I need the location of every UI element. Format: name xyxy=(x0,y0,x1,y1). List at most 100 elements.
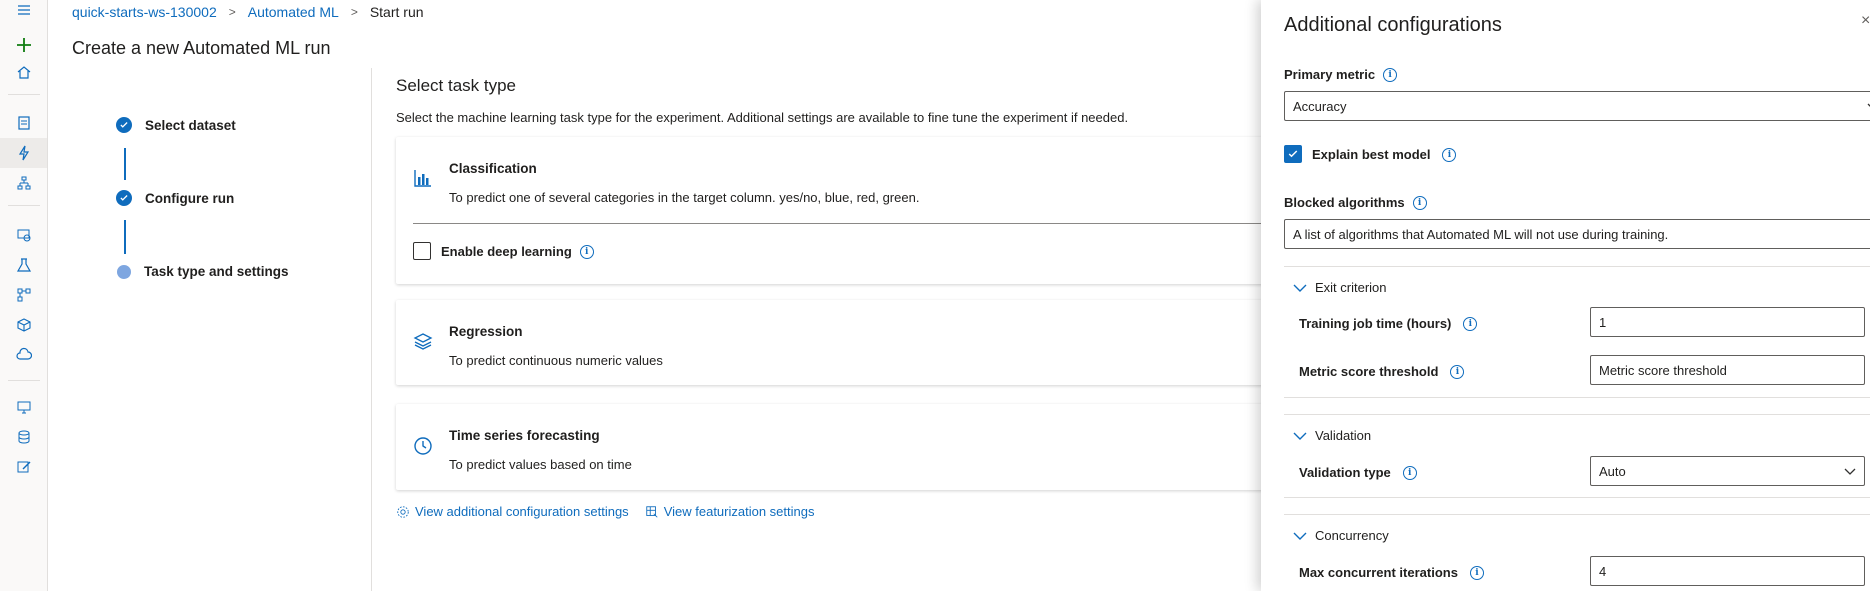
designer-icon[interactable] xyxy=(0,168,47,198)
experiments-flask-icon[interactable] xyxy=(0,250,47,280)
info-icon[interactable]: i xyxy=(1412,195,1427,210)
validation-section-toggle[interactable]: Validation xyxy=(1293,428,1371,443)
hamburger-menu-icon[interactable] xyxy=(0,0,47,25)
endpoints-cloud-icon[interactable] xyxy=(0,340,47,370)
chevron-down-icon xyxy=(1293,432,1307,440)
info-icon[interactable]: i xyxy=(1469,565,1484,580)
metric-threshold-label: Metric score threshold xyxy=(1299,364,1439,379)
section-divider xyxy=(1284,397,1870,398)
chevron-down-icon xyxy=(1293,532,1307,540)
additional-config-panel: Additional configurations × Primary metr… xyxy=(1261,0,1870,591)
regression-card[interactable]: Regression To predict continuous numeric… xyxy=(396,300,1276,385)
info-icon[interactable]: i xyxy=(1383,67,1398,82)
card-title: Time series forecasting xyxy=(449,428,600,443)
explain-best-model-checkbox[interactable] xyxy=(1284,145,1302,163)
step-connector xyxy=(124,220,126,254)
chevron-down-icon xyxy=(1293,284,1307,292)
notebook-icon[interactable] xyxy=(0,108,47,138)
exit-criterion-section-toggle[interactable]: Exit criterion xyxy=(1293,280,1387,295)
automated-ml-icon[interactable] xyxy=(0,138,47,168)
step-configure-run[interactable]: Configure run xyxy=(116,190,234,206)
view-featurization-link[interactable]: View featurization settings xyxy=(645,504,814,519)
concurrency-section-toggle[interactable]: Concurrency xyxy=(1293,528,1389,543)
max-iter-label-row: Max concurrent iterations i xyxy=(1299,565,1484,580)
primary-metric-value: Accuracy xyxy=(1293,98,1347,114)
data-labeling-icon[interactable] xyxy=(0,452,47,482)
training-time-input[interactable]: 1 xyxy=(1590,307,1865,337)
new-plus-icon[interactable] xyxy=(0,30,47,60)
classification-card[interactable]: Classification To predict one of several… xyxy=(396,137,1276,284)
deep-learning-checkbox[interactable] xyxy=(413,242,431,260)
current-step-dot-icon xyxy=(117,264,131,279)
chevron-right-icon: > xyxy=(228,5,236,19)
pipelines-icon[interactable] xyxy=(0,280,47,310)
max-iterations-value: 4 xyxy=(1599,563,1607,579)
task-section: Select task type Select the machine lear… xyxy=(396,76,1296,125)
metric-threshold-placeholder: Metric score threshold xyxy=(1599,362,1727,378)
breadcrumb-workspace-link[interactable]: quick-starts-ws-130002 xyxy=(72,4,217,20)
rail-divider xyxy=(8,94,40,95)
breadcrumb-automl-link[interactable]: Automated ML xyxy=(248,4,339,20)
info-icon[interactable]: i xyxy=(1442,147,1457,162)
blocked-label-row: Blocked algorithms i xyxy=(1284,195,1427,210)
blocked-algorithms-input[interactable]: A list of algorithms that Automated ML w… xyxy=(1284,219,1870,249)
link-label: View additional configuration settings xyxy=(415,504,629,519)
card-description: To predict continuous numeric values xyxy=(449,353,663,368)
section-divider xyxy=(1284,266,1870,267)
training-time-value: 1 xyxy=(1599,314,1607,330)
section-label: Validation xyxy=(1315,428,1372,443)
time-series-card[interactable]: Time series forecasting To predict value… xyxy=(396,404,1276,490)
breadcrumb: quick-starts-ws-130002 > Automated ML > … xyxy=(72,2,424,22)
close-icon[interactable]: × xyxy=(1861,12,1870,32)
metric-threshold-label-row: Metric score threshold i xyxy=(1299,364,1465,379)
settings-links: View additional configuration settings V… xyxy=(396,504,830,519)
chevron-right-icon: > xyxy=(350,5,358,19)
left-nav-rail xyxy=(0,0,48,591)
card-divider xyxy=(413,223,1276,224)
featurization-icon xyxy=(646,505,658,518)
training-time-label-row: Training job time (hours) i xyxy=(1299,316,1478,331)
section-divider xyxy=(1284,514,1870,515)
card-description: To predict one of several categories in … xyxy=(449,190,920,205)
panel-title: Additional configurations xyxy=(1284,14,1502,36)
card-description: To predict values based on time xyxy=(449,457,632,472)
checkmark-icon xyxy=(1288,150,1298,158)
blocked-algorithms-label: Blocked algorithms xyxy=(1284,195,1405,210)
view-additional-config-link[interactable]: View additional configuration settings xyxy=(396,504,629,519)
step-connector xyxy=(124,148,126,180)
home-icon[interactable] xyxy=(0,57,47,87)
rail-divider xyxy=(8,380,40,381)
gear-icon xyxy=(397,505,409,518)
datasets-icon[interactable] xyxy=(0,220,47,250)
explain-label-row: Explain best model i xyxy=(1312,147,1457,162)
chevron-down-icon xyxy=(1844,468,1856,475)
metric-threshold-input[interactable]: Metric score threshold xyxy=(1590,355,1865,385)
step-task-type[interactable]: Task type and settings xyxy=(116,264,289,279)
deep-learning-label: Enable deep learning xyxy=(441,244,572,259)
info-icon[interactable]: i xyxy=(1402,465,1417,480)
primary-metric-dropdown[interactable]: Accuracy xyxy=(1284,91,1870,121)
step-select-dataset[interactable]: Select dataset xyxy=(116,117,236,133)
primary-metric-label: Primary metric xyxy=(1284,67,1376,82)
datastores-icon[interactable] xyxy=(0,422,47,452)
section-description: Select the machine learning task type fo… xyxy=(396,110,1129,125)
step-label: Task type and settings xyxy=(144,264,289,279)
card-title: Classification xyxy=(449,161,537,176)
info-icon[interactable]: i xyxy=(1450,364,1465,379)
layers-icon xyxy=(413,333,433,350)
validation-type-dropdown[interactable]: Auto xyxy=(1590,456,1865,486)
blocked-algorithms-placeholder: A list of algorithms that Automated ML w… xyxy=(1293,226,1669,242)
compute-icon[interactable] xyxy=(0,392,47,422)
models-cube-icon[interactable] xyxy=(0,310,47,340)
validation-type-label-row: Validation type i xyxy=(1299,465,1417,480)
rail-divider xyxy=(8,205,40,206)
info-icon[interactable]: i xyxy=(579,244,594,259)
max-iterations-input[interactable]: 4 xyxy=(1590,556,1865,586)
checkmark-icon xyxy=(116,117,132,133)
checkmark-icon xyxy=(116,190,132,206)
training-time-label: Training job time (hours) xyxy=(1299,316,1452,331)
explain-best-model-label: Explain best model xyxy=(1312,147,1431,162)
max-iterations-label: Max concurrent iterations xyxy=(1299,565,1458,580)
step-label: Select dataset xyxy=(145,117,236,133)
info-icon[interactable]: i xyxy=(1463,316,1478,331)
